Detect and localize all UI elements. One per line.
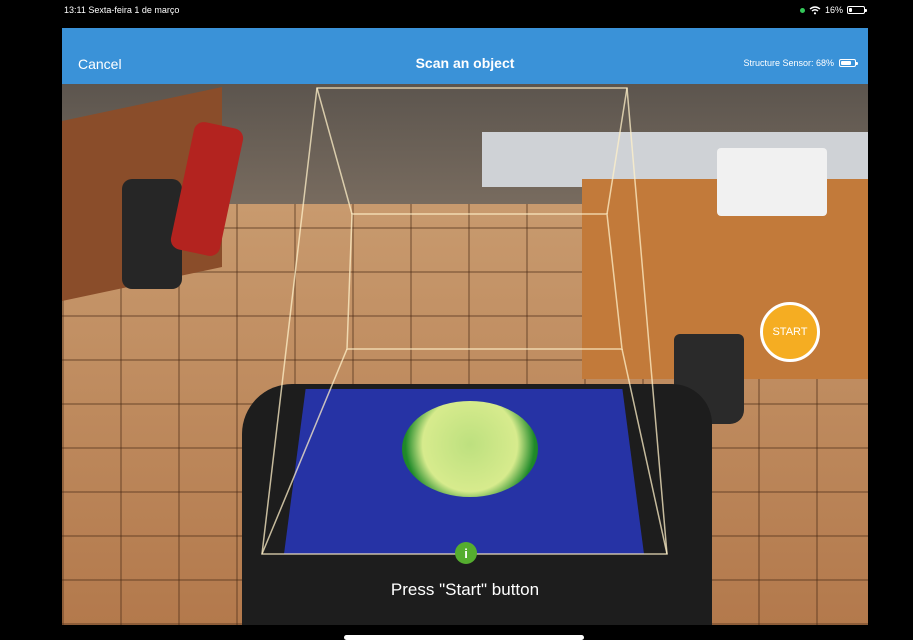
start-button[interactable]: START — [760, 302, 820, 362]
status-bar: 13:11 Sexta-feira 1 de março 16% — [0, 0, 913, 22]
camera-indicator-icon — [799, 7, 805, 13]
sensor-status: Structure Sensor: 68% — [743, 58, 858, 68]
status-right-group: 16% — [799, 5, 867, 15]
navigation-bar: Cancel Scan an object Structure Sensor: … — [62, 28, 868, 84]
instruction-text: Press "Start" button — [390, 580, 540, 599]
sensor-battery-icon — [839, 59, 858, 67]
sensor-label: Structure Sensor: 68% — [743, 58, 834, 68]
status-time-date: 13:11 Sexta-feira 1 de março — [64, 5, 180, 15]
info-icon[interactable]: i — [455, 542, 477, 564]
battery-percent: 16% — [824, 5, 843, 15]
battery-icon — [847, 6, 867, 14]
white-tray — [717, 148, 827, 216]
wifi-icon — [809, 5, 821, 14]
home-indicator[interactable] — [344, 635, 584, 640]
scanned-object — [402, 401, 538, 497]
